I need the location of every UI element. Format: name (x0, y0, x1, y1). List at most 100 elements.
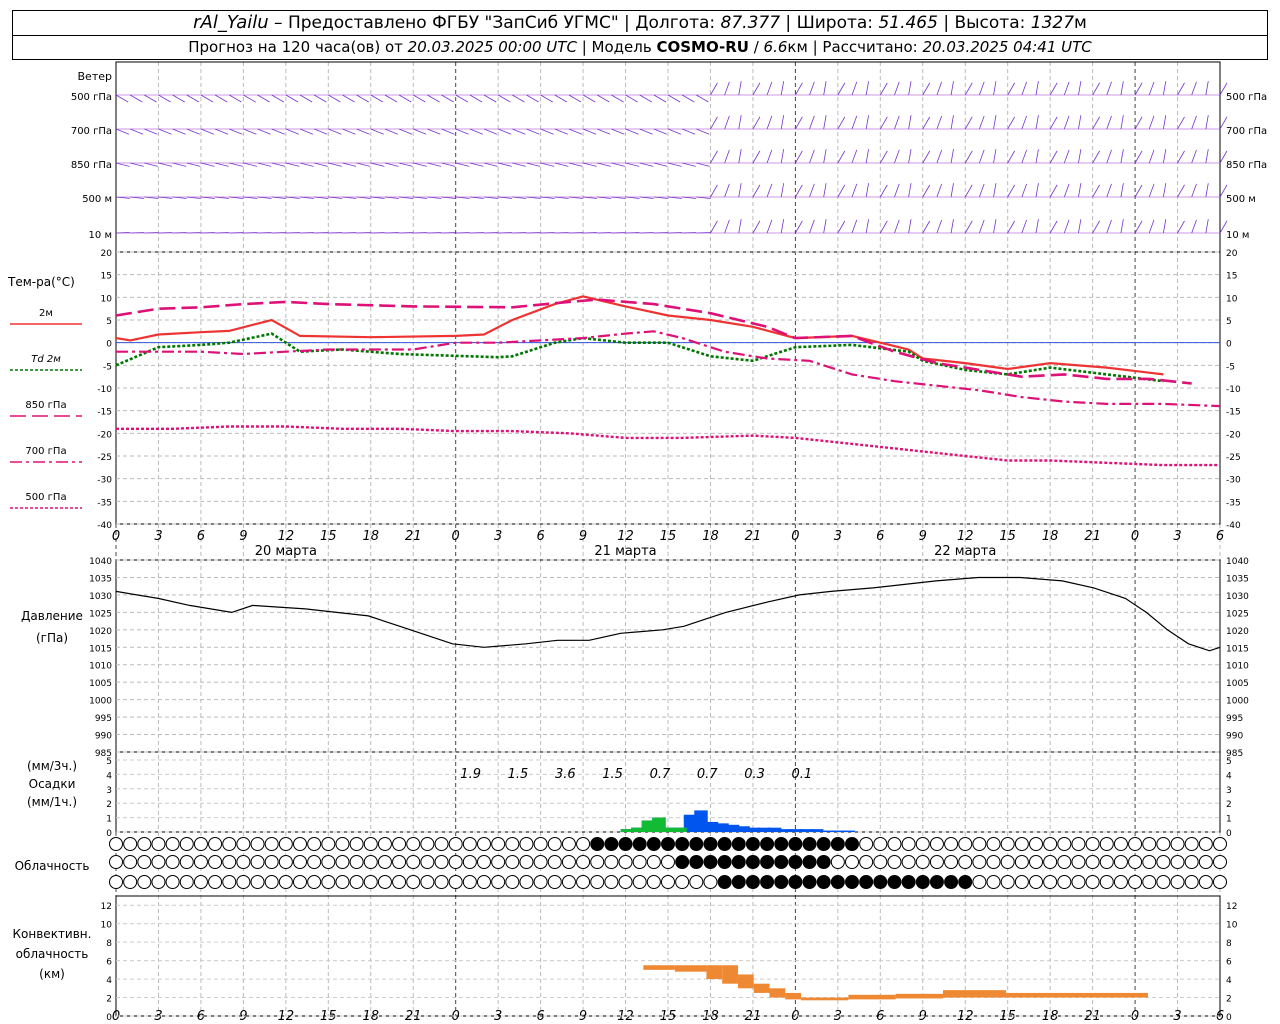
wind-barb (144, 94, 157, 103)
wind-barb (512, 94, 525, 103)
conv-bar (674, 965, 707, 972)
wind-barb (710, 82, 718, 96)
cloud-circle (576, 875, 591, 889)
wind-barb (257, 162, 272, 167)
cloud-circle (1099, 837, 1114, 851)
cloud-circle (1142, 837, 1157, 851)
cloud-circle (151, 855, 166, 869)
temp-tick-right: 5 (1226, 317, 1232, 327)
wind-barb (837, 82, 846, 96)
wind-barb (653, 128, 667, 135)
wind-barb (356, 128, 370, 135)
wind-barb (1162, 149, 1167, 164)
pressure-tick-right: 995 (1226, 714, 1243, 724)
cloud-circle (491, 855, 506, 869)
wind-barb (384, 128, 399, 135)
wind-barb (427, 94, 440, 103)
pressure-tick-left: 1035 (89, 574, 112, 584)
cloud-circle (1156, 875, 1171, 889)
wind-barb (1092, 184, 1100, 198)
hour-tick-label: 3 (834, 529, 842, 544)
cloud-circle (533, 837, 548, 851)
wind-barb (1205, 81, 1209, 96)
wind-barb (299, 94, 313, 103)
cloud-circle (321, 875, 336, 889)
wind-barb (1148, 149, 1155, 164)
cloud-circle (109, 855, 123, 869)
cloud-circle (236, 875, 251, 889)
conv-tick-left: 10 (101, 921, 113, 931)
cloud-circle (986, 837, 1001, 851)
wind-barb (964, 116, 973, 130)
conv-bar (769, 988, 786, 998)
wind-barb (1191, 115, 1197, 130)
wind-barb (200, 94, 214, 103)
wind-barb (1177, 220, 1185, 234)
cloud-circle (123, 855, 138, 869)
hour-tick-label: 9 (919, 529, 927, 544)
cloud-circle (392, 855, 407, 869)
wind-barb (851, 81, 858, 96)
cloud-circle (859, 855, 874, 869)
wind-barb (384, 162, 399, 167)
wind-barb (229, 128, 243, 135)
cloud-circle (845, 875, 859, 889)
wind-barb (908, 219, 912, 234)
cloud-circle (929, 875, 944, 889)
cloud-circle (1000, 875, 1015, 889)
wind-barb (1177, 82, 1185, 96)
cloud-circle (1170, 875, 1185, 889)
wind-barb (879, 150, 888, 164)
cloud-circle (972, 837, 987, 851)
temp-tick-right: -20 (1226, 430, 1241, 440)
cloud-circle (307, 875, 322, 889)
pressure-tick-right: 990 (1226, 732, 1243, 742)
cloud-circle (505, 837, 520, 851)
wind-level-label-right: 10 м (1226, 230, 1249, 241)
wind-barb (1078, 219, 1082, 234)
wind-barb (993, 115, 997, 130)
wind-barb (681, 94, 695, 103)
wind-barb (413, 162, 427, 167)
wind-barb (823, 149, 827, 164)
pressure-tick-left: 995 (95, 714, 112, 724)
wind-barb (597, 94, 610, 103)
cloud-circle (1213, 855, 1227, 869)
hour-tick-label: 0 (452, 529, 460, 544)
cloud-circle (929, 837, 944, 851)
wind-barb (879, 82, 888, 96)
wind-barb (243, 94, 256, 103)
cloud-circle (1198, 855, 1213, 869)
cloud-circle (392, 837, 407, 851)
wind-barb (639, 162, 654, 167)
wind-barb (752, 184, 761, 198)
precip-tick-left: 5 (106, 757, 112, 767)
cloud-circle (731, 855, 746, 869)
pressure-tick-left: 1005 (89, 679, 112, 689)
wind-barb (413, 128, 427, 135)
cloud-title: Облачность (15, 859, 90, 873)
wind-barb (582, 128, 597, 135)
cloud-circle (972, 875, 987, 889)
wind-barb (568, 94, 582, 103)
wind-barb (766, 81, 773, 96)
cloud-circle (873, 875, 888, 889)
wind-barb (795, 150, 803, 164)
cloud-circle (1113, 855, 1128, 869)
wind-barb (724, 149, 730, 164)
wind-barb (724, 183, 730, 198)
cloud-circle (944, 855, 959, 869)
wind-barb (964, 150, 973, 164)
wind-barb (172, 162, 187, 167)
wind-barb (1120, 115, 1124, 130)
wind-barb (964, 184, 973, 198)
wind-barb (837, 220, 846, 234)
precip-total-label: 0.7 (650, 767, 671, 782)
wind-barb (710, 184, 718, 198)
cloud-circle (321, 855, 336, 869)
cloud-circle (646, 875, 661, 889)
wind-barb (1021, 183, 1028, 198)
wind-barb (1092, 150, 1100, 164)
cloud-circle (590, 855, 605, 869)
cloud-circle (632, 837, 647, 851)
